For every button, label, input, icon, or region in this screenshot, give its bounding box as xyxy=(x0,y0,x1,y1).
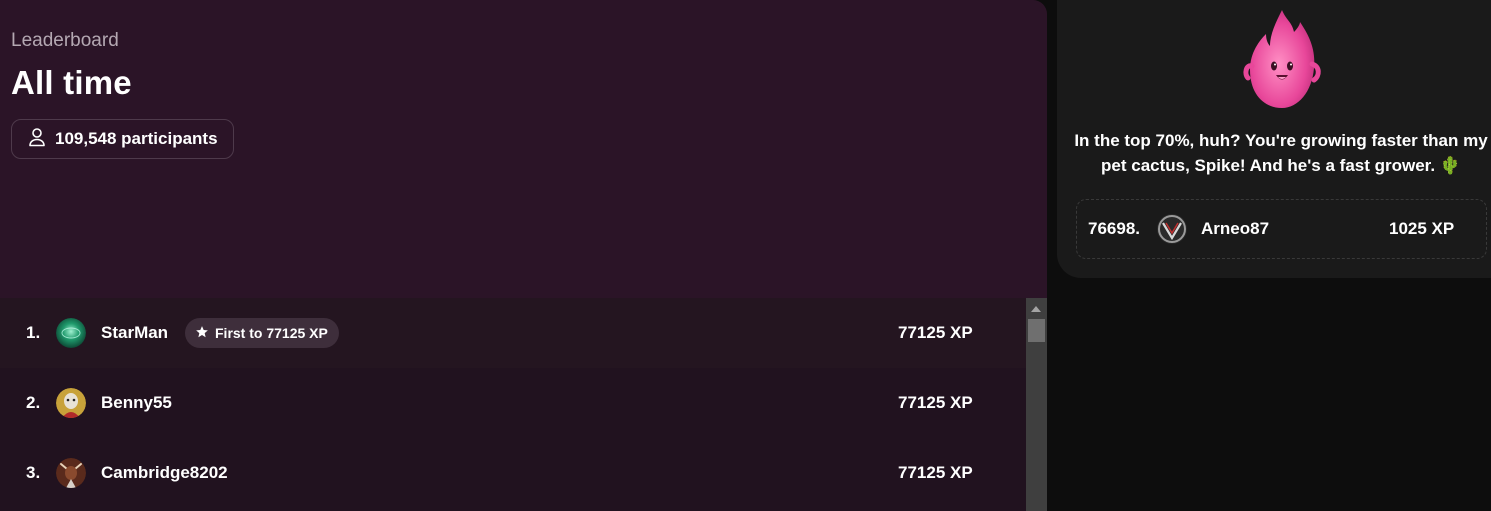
leaderboard-header: Leaderboard All time 109,548 participant… xyxy=(0,0,1047,298)
participants-count-chip: 109,548 participants xyxy=(11,119,234,159)
username[interactable]: StarMan xyxy=(101,323,168,343)
scroll-up-arrow-icon[interactable] xyxy=(1031,306,1041,312)
badge-label: First to 77125 XP xyxy=(215,325,328,341)
avatar[interactable] xyxy=(56,318,86,348)
star-icon xyxy=(195,325,209,342)
current-user-rank-row[interactable]: 76698. Arneo87 1025 XP xyxy=(1076,199,1487,259)
table-row[interactable]: 2. Benny55 77125 XP xyxy=(0,368,1026,438)
xp-value: 77125 XP xyxy=(898,463,973,482)
xp-value: 77125 XP xyxy=(898,323,973,342)
list-scrollbar[interactable] xyxy=(1026,298,1047,511)
leaderboard-page: Leaderboard All time 109,548 participant… xyxy=(0,0,1491,511)
scrollbar-thumb[interactable] xyxy=(1028,319,1045,342)
participants-count: 109,548 participants xyxy=(55,129,218,148)
page-title: All time xyxy=(11,64,132,101)
xp-value: 1025 XP xyxy=(1389,219,1455,238)
encouragement-message: In the top 70%, huh? You're growing fast… xyxy=(1074,131,1488,175)
table-row[interactable]: 3. Cambridge8202 77125 XP xyxy=(0,438,1026,508)
section-label: Leaderboard xyxy=(11,30,119,51)
flame-mascot-icon xyxy=(1240,8,1324,112)
leaderboard-list[interactable]: 1. StarMan First to 77125 XP 77125 XP 2.… xyxy=(0,298,1026,511)
avatar[interactable] xyxy=(56,388,86,418)
avatar[interactable] xyxy=(1157,214,1187,244)
username[interactable]: Arneo87 xyxy=(1201,219,1269,239)
avatar[interactable] xyxy=(56,458,86,488)
table-row[interactable]: 1. StarMan First to 77125 XP 77125 XP xyxy=(0,298,1026,368)
rank-number: 76698. xyxy=(1088,219,1140,238)
username[interactable]: Cambridge8202 xyxy=(101,463,228,483)
rank-number: 3. xyxy=(26,463,41,482)
xp-value: 77125 XP xyxy=(898,393,973,412)
achievement-badge: First to 77125 XP xyxy=(185,318,339,348)
rank-number: 1. xyxy=(26,323,41,342)
username[interactable]: Benny55 xyxy=(101,393,172,413)
leaderboard-panel: Leaderboard All time 109,548 participant… xyxy=(0,0,1047,511)
user-icon xyxy=(28,127,46,152)
rank-number: 2. xyxy=(26,393,41,412)
user-standing-panel: In the top 70%, huh? You're growing fast… xyxy=(1057,0,1491,278)
